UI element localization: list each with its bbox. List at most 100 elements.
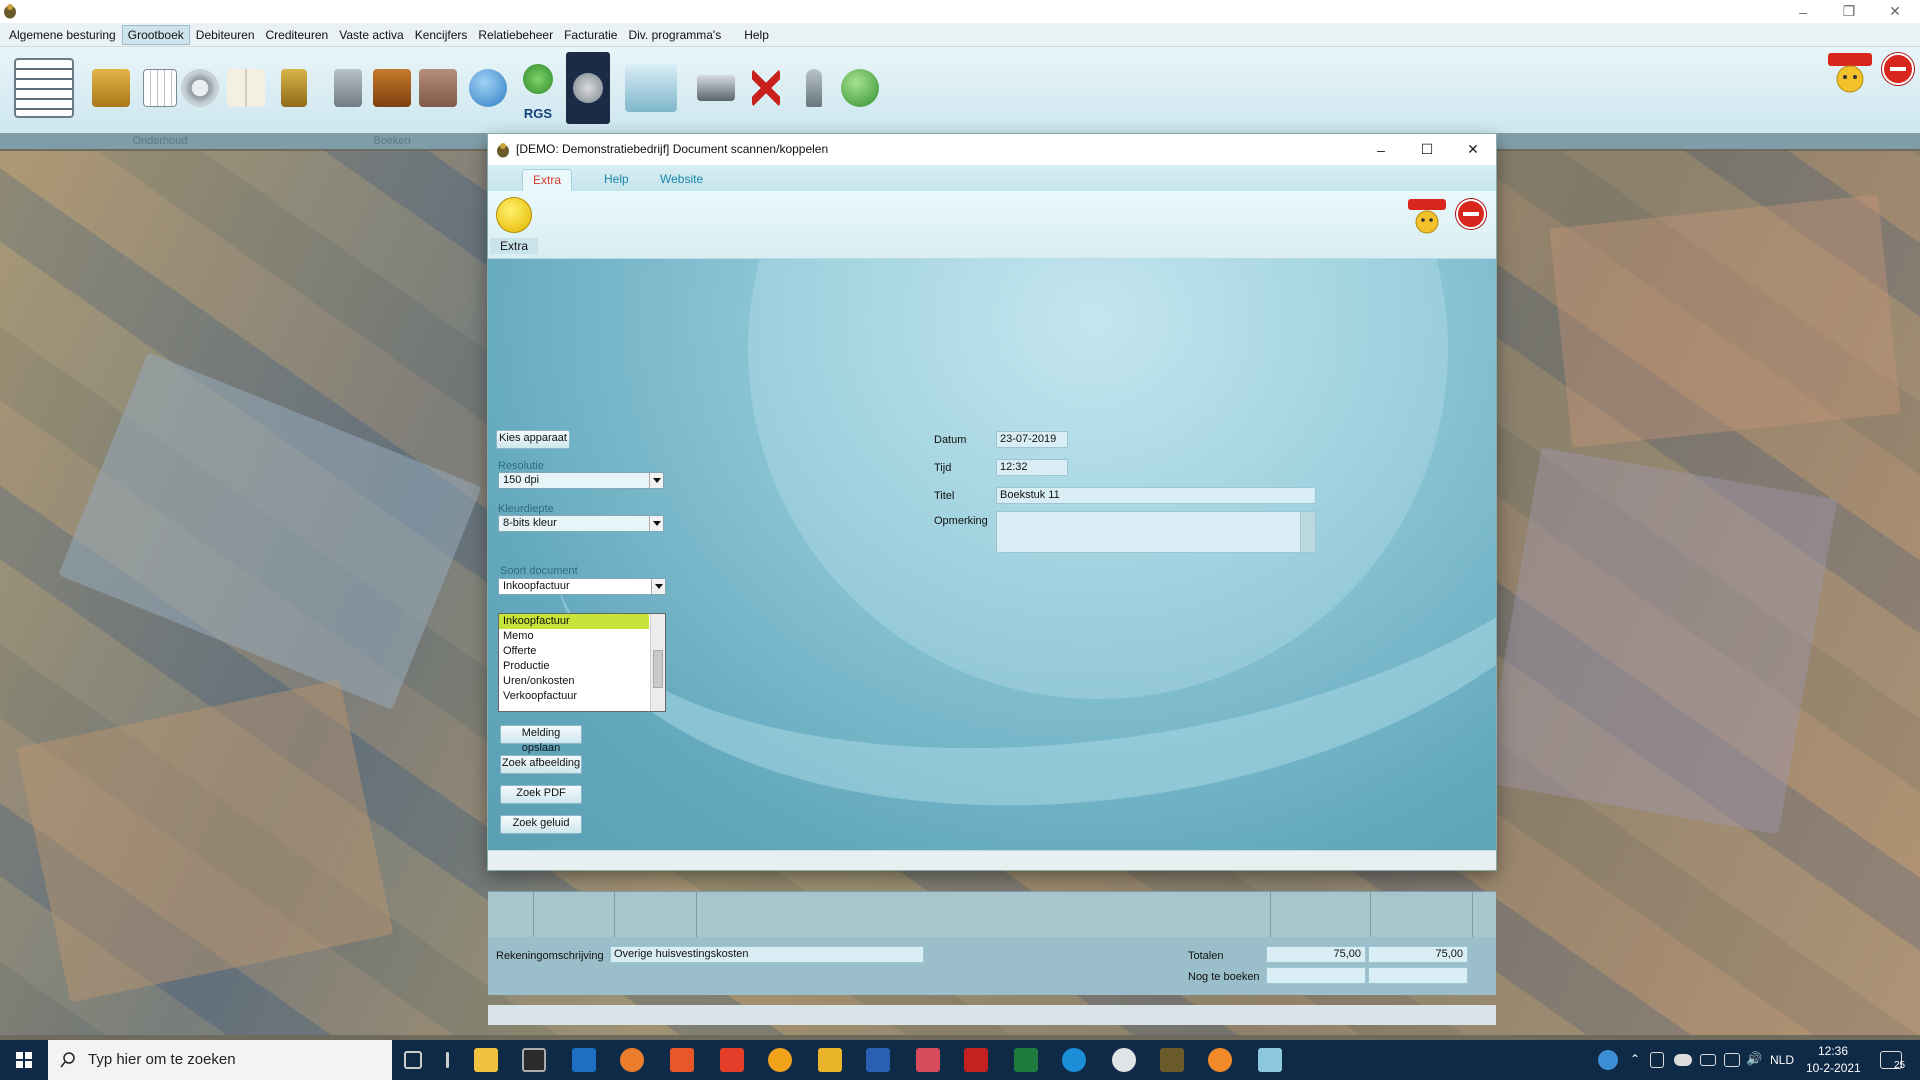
app-red-icon[interactable] xyxy=(670,1048,694,1072)
melding-opslaan-button[interactable]: Melding opslaan xyxy=(500,725,582,754)
menu-crediteuren[interactable]: Crediteuren xyxy=(261,26,334,44)
close-window-button[interactable]: ✕ xyxy=(1872,0,1918,23)
office-icon[interactable] xyxy=(720,1048,744,1072)
dropdown-option-uren-onkosten[interactable]: Uren/onkosten xyxy=(499,674,649,689)
taskbar-search[interactable]: Typ hier om te zoeken xyxy=(48,1040,392,1080)
instagram-icon[interactable] xyxy=(916,1048,940,1072)
exit-app-icon[interactable] xyxy=(1882,53,1914,85)
app-circle-icon[interactable] xyxy=(1112,1048,1136,1072)
chevron-up-icon[interactable]: ⌃ xyxy=(1630,1052,1640,1066)
task-view-icon[interactable] xyxy=(404,1051,422,1069)
filezilla-server-icon[interactable] xyxy=(818,1048,842,1072)
device-tray-icon[interactable] xyxy=(1650,1052,1664,1068)
menu-debiteuren[interactable]: Debiteuren xyxy=(191,26,260,44)
rekening-field[interactable]: Overige huisvestingskosten xyxy=(610,946,924,963)
help-me-icon[interactable] xyxy=(1826,51,1874,95)
edge-icon[interactable] xyxy=(1062,1048,1086,1072)
cabinet-button[interactable] xyxy=(330,52,366,124)
tax-authority-button[interactable] xyxy=(566,52,610,124)
account-cards-button[interactable] xyxy=(86,52,136,124)
delete-button[interactable] xyxy=(748,52,784,124)
app-orange2-icon[interactable] xyxy=(1208,1048,1232,1072)
chevron-down-icon[interactable] xyxy=(649,473,663,488)
dropdown-option-memo[interactable]: Memo xyxy=(499,629,649,644)
tab-website[interactable]: Website xyxy=(650,169,713,191)
rgs-button[interactable]: RGS xyxy=(518,52,558,124)
chrome-like-icon[interactable] xyxy=(768,1048,792,1072)
kies-apparaat-button[interactable]: Kies apparaat xyxy=(496,430,570,449)
filezilla-icon[interactable] xyxy=(964,1048,988,1072)
tools-button[interactable] xyxy=(840,52,880,124)
store-icon[interactable] xyxy=(522,1048,546,1072)
tijd-field[interactable]: 12:32 xyxy=(996,459,1068,476)
scrollbar-thumb[interactable] xyxy=(653,650,663,688)
menu-vaste-activa[interactable]: Vaste activa xyxy=(334,26,408,44)
network-tray-icon[interactable] xyxy=(1724,1053,1740,1067)
resolutie-select[interactable]: 150 dpi xyxy=(498,472,664,489)
calendar-button[interactable] xyxy=(140,52,180,124)
menu-grootboek[interactable]: Grootboek xyxy=(121,24,190,45)
opmerking-label: Opmerking xyxy=(934,515,988,527)
help-tray-icon[interactable] xyxy=(1598,1050,1618,1070)
zoek-afbeelding-button[interactable]: Zoek afbeelding xyxy=(500,755,582,774)
ledger-list-button[interactable] xyxy=(10,52,78,124)
print-button[interactable] xyxy=(694,52,738,124)
clock-time[interactable]: 12:36 xyxy=(1818,1044,1848,1058)
briefcase-button[interactable] xyxy=(372,52,412,124)
dialog-minimize-button[interactable]: – xyxy=(1358,134,1404,165)
soort-document-select[interactable]: Inkoopfactuur xyxy=(498,578,666,595)
menu-help[interactable]: Help xyxy=(739,26,774,44)
word-icon[interactable] xyxy=(866,1048,890,1072)
outlook-icon[interactable] xyxy=(572,1048,596,1072)
kleurdiepte-select[interactable]: 8-bits kleur xyxy=(498,515,664,532)
excel-icon[interactable] xyxy=(1014,1048,1038,1072)
menu-div-programmas[interactable]: Div. programma's xyxy=(623,26,726,44)
chevron-down-icon[interactable] xyxy=(651,579,665,594)
grid-divider xyxy=(614,892,615,938)
scan-document-button[interactable] xyxy=(622,52,680,124)
key-button[interactable] xyxy=(798,52,830,124)
menu-kencijfers[interactable]: Kencijfers xyxy=(410,26,473,44)
info-button[interactable] xyxy=(468,52,508,124)
scanner-app-icon[interactable] xyxy=(1258,1048,1282,1072)
grid-divider xyxy=(696,892,697,938)
dialog-ribbon: Extra xyxy=(488,191,1496,259)
language-indicator[interactable]: NLD xyxy=(1770,1053,1794,1067)
tab-help[interactable]: Help xyxy=(594,169,639,191)
zoek-pdf-button[interactable]: Zoek PDF xyxy=(500,785,582,804)
zoek-geluid-button[interactable]: Zoek geluid xyxy=(500,815,582,834)
app-orange-icon[interactable] xyxy=(620,1048,644,1072)
weights-button[interactable] xyxy=(276,52,312,124)
journal-book-button[interactable] xyxy=(226,52,266,124)
extra-icon[interactable] xyxy=(496,197,532,233)
close-dialog-icon[interactable] xyxy=(1456,199,1486,229)
menu-facturatie[interactable]: Facturatie xyxy=(559,26,622,44)
dropdown-option-inkoopfactuur[interactable]: Inkoopfactuur xyxy=(499,614,649,629)
battery-tray-icon[interactable] xyxy=(1700,1054,1716,1066)
boekhouding-app-icon[interactable] xyxy=(1160,1048,1184,1072)
volume-icon[interactable]: 🔊 xyxy=(1746,1051,1762,1067)
documents-button[interactable] xyxy=(418,52,458,124)
dropdown-option-productie[interactable]: Productie xyxy=(499,659,649,674)
tab-extra[interactable]: Extra xyxy=(522,169,573,191)
dialog-maximize-button[interactable]: ☐ xyxy=(1404,134,1450,165)
menu-relatiebeheer[interactable]: Relatiebeheer xyxy=(473,26,558,44)
dropdown-option-offerte[interactable]: Offerte xyxy=(499,644,649,659)
opmerking-textarea[interactable] xyxy=(996,511,1316,553)
cloud-tray-icon[interactable] xyxy=(1674,1054,1692,1066)
minimize-window-button[interactable]: – xyxy=(1780,0,1826,23)
restore-window-button[interactable]: ❐ xyxy=(1826,0,1872,23)
dropdown-scrollbar[interactable] xyxy=(650,614,665,711)
file-explorer-icon[interactable] xyxy=(474,1048,498,1072)
clock-date[interactable]: 10-2-2021 xyxy=(1806,1061,1861,1075)
opmerking-scrollbar[interactable] xyxy=(1300,512,1315,552)
help-me-icon[interactable] xyxy=(1406,197,1448,235)
menu-algemene-besturing[interactable]: Algemene besturing xyxy=(4,26,121,44)
settings-button[interactable] xyxy=(180,52,220,124)
dialog-close-button[interactable]: ✕ xyxy=(1450,134,1496,165)
titel-field[interactable]: Boekstuk 11 xyxy=(996,487,1316,504)
dropdown-option-verkoopfactuur[interactable]: Verkoopfactuur xyxy=(499,689,649,704)
datum-field[interactable]: 23-07-2019 xyxy=(996,431,1068,448)
chevron-down-icon[interactable] xyxy=(649,516,663,531)
start-button[interactable] xyxy=(0,1040,48,1080)
